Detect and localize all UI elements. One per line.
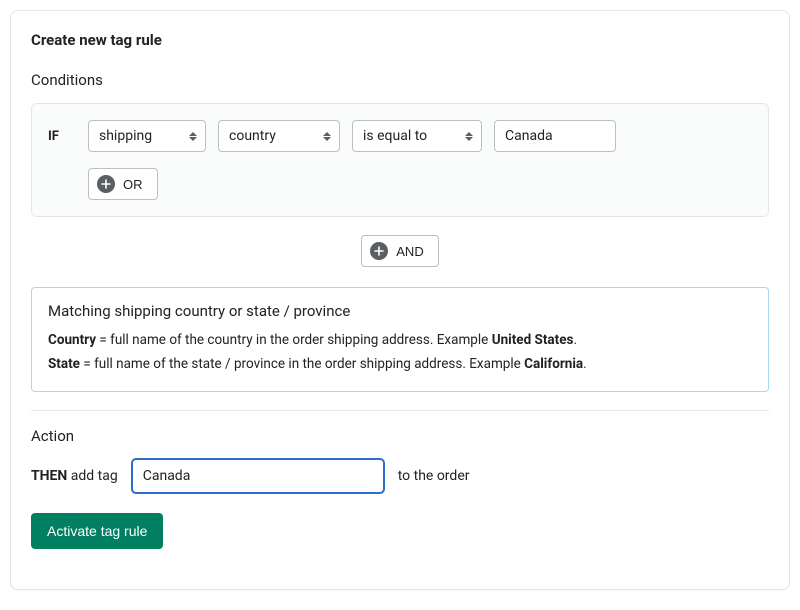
page-title: Create new tag rule <box>31 31 769 49</box>
chevron-updown-icon <box>323 130 331 142</box>
help-panel: Matching shipping country or state / pro… <box>31 287 769 392</box>
and-label: AND <box>396 244 423 259</box>
help-line-state: State = full name of the state / provinc… <box>48 354 752 374</box>
condition-value-input[interactable] <box>494 120 616 152</box>
condition-operator-select[interactable]: is equal to <box>352 120 482 152</box>
help-line-country: Country = full name of the country in th… <box>48 330 752 350</box>
divider <box>31 410 769 411</box>
if-label: IF <box>48 129 76 144</box>
condition-field-select[interactable]: shipping <box>88 120 206 152</box>
chevron-updown-icon <box>189 130 197 142</box>
conditions-heading: Conditions <box>31 71 769 89</box>
or-label: OR <box>123 177 143 192</box>
then-label: THEN add tag <box>31 468 118 484</box>
add-and-button[interactable]: AND <box>361 235 438 267</box>
add-or-button[interactable]: OR <box>88 168 158 200</box>
tag-rule-form: Create new tag rule Conditions IF shippi… <box>10 10 790 590</box>
condition-field-value: shipping <box>99 128 152 144</box>
plus-circle-icon <box>370 242 388 260</box>
condition-group: IF shipping country is equal to OR <box>31 103 769 217</box>
tag-name-input[interactable] <box>132 459 384 493</box>
condition-operator-value: is equal to <box>363 128 427 144</box>
condition-attribute-select[interactable]: country <box>218 120 340 152</box>
action-trailing-text: to the order <box>398 468 470 484</box>
condition-row: IF shipping country is equal to <box>48 120 752 152</box>
chevron-updown-icon <box>465 130 473 142</box>
condition-attribute-value: country <box>229 128 276 144</box>
activate-rule-button[interactable]: Activate tag rule <box>31 513 163 549</box>
action-row: THEN add tag to the order <box>31 459 769 493</box>
action-heading: Action <box>31 427 769 445</box>
help-title: Matching shipping country or state / pro… <box>48 302 752 320</box>
plus-circle-icon <box>97 175 115 193</box>
